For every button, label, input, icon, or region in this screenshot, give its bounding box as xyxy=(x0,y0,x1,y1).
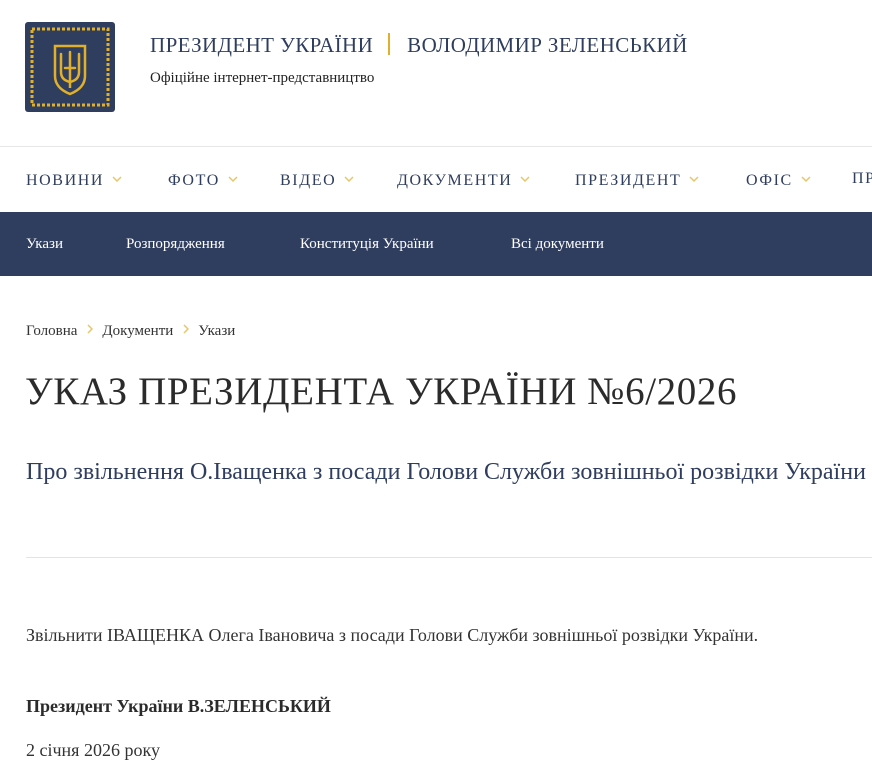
site-title[interactable]: ПРЕЗИДЕНТ УКРАЇНИ ВОЛОДИМИР ЗЕЛЕНСЬКИЙ xyxy=(150,31,688,59)
site-subtitle: Офіційне інтернет-представництво xyxy=(150,70,375,86)
nav-item-label: ФОТО xyxy=(168,172,220,189)
chevron-down-icon xyxy=(112,169,122,189)
chevron-right-icon xyxy=(87,321,94,339)
nav-item-more[interactable]: ПР xyxy=(852,169,872,189)
documents-sub-nav: Укази Розпорядження Конституція України … xyxy=(0,212,872,276)
sub-nav-all-documents[interactable]: Всі документи xyxy=(511,235,604,253)
nav-item-news[interactable]: НОВИНИ xyxy=(26,169,122,191)
decree-text: Звільнити ІВАЩЕНКА Олега Івановича з пос… xyxy=(26,625,759,645)
site-title-main[interactable]: ПРЕЗИДЕНТ УКРАЇНИ xyxy=(150,33,373,57)
breadcrumb-documents[interactable]: Документи xyxy=(102,323,173,339)
site-header: ПРЕЗИДЕНТ УКРАЇНИ ВОЛОДИМИР ЗЕЛЕНСЬКИЙ Оф… xyxy=(0,0,872,147)
breadcrumb-decrees[interactable]: Укази xyxy=(198,323,235,339)
nav-item-label: НОВИНИ xyxy=(26,172,105,189)
signature: Президент України В.ЗЕЛЕНСЬКИЙ xyxy=(26,696,331,716)
chevron-down-icon xyxy=(689,169,699,189)
nav-item-photo[interactable]: ФОТО xyxy=(168,169,238,191)
nav-item-president[interactable]: ПРЕЗИДЕНТ xyxy=(575,169,699,191)
site-title-name[interactable]: ВОЛОДИМИР ЗЕЛЕНСЬКИЙ xyxy=(407,33,687,57)
document-subtitle: Про звільнення О.Іващенка з посади Голов… xyxy=(26,459,866,485)
sub-nav-orders[interactable]: Розпорядження xyxy=(126,235,225,253)
chevron-down-icon xyxy=(344,169,354,189)
nav-item-label: ОФІС xyxy=(746,172,793,189)
chevron-down-icon xyxy=(801,169,811,189)
nav-item-video[interactable]: ВІДЕО xyxy=(280,169,354,191)
nav-item-label: ПРЕЗИДЕНТ xyxy=(575,172,682,189)
nav-item-label: ДОКУМЕНТИ xyxy=(397,172,513,189)
divider xyxy=(26,557,872,558)
title-separator xyxy=(388,33,391,55)
chevron-down-icon xyxy=(520,169,530,189)
chevron-right-icon xyxy=(183,321,190,339)
nav-item-office[interactable]: ОФІС xyxy=(746,169,811,191)
breadcrumb: Головна Документи Укази xyxy=(26,321,235,340)
decree-date: 2 січня 2026 року xyxy=(26,740,160,760)
main-nav: НОВИНИ ФОТО ВІДЕО ДОКУМЕНТИ ПРЕЗИДЕНТ ОФ… xyxy=(0,147,872,212)
page-title: УКАЗ ПРЕЗИДЕНТА УКРАЇНИ №6/2026 xyxy=(25,370,738,413)
nav-item-label: ПР xyxy=(852,170,872,187)
site-titles: ПРЕЗИДЕНТ УКРАЇНИ ВОЛОДИМИР ЗЕЛЕНСЬКИЙ Оф… xyxy=(150,31,688,87)
sub-nav-constitution[interactable]: Конституція України xyxy=(300,235,434,253)
trident-coat-of-arms-icon[interactable] xyxy=(25,22,115,112)
nav-item-documents[interactable]: ДОКУМЕНТИ xyxy=(397,169,530,191)
chevron-down-icon xyxy=(228,169,238,189)
nav-item-label: ВІДЕО xyxy=(280,172,337,189)
breadcrumb-home[interactable]: Головна xyxy=(26,323,77,339)
sub-nav-decrees[interactable]: Укази xyxy=(26,235,63,253)
